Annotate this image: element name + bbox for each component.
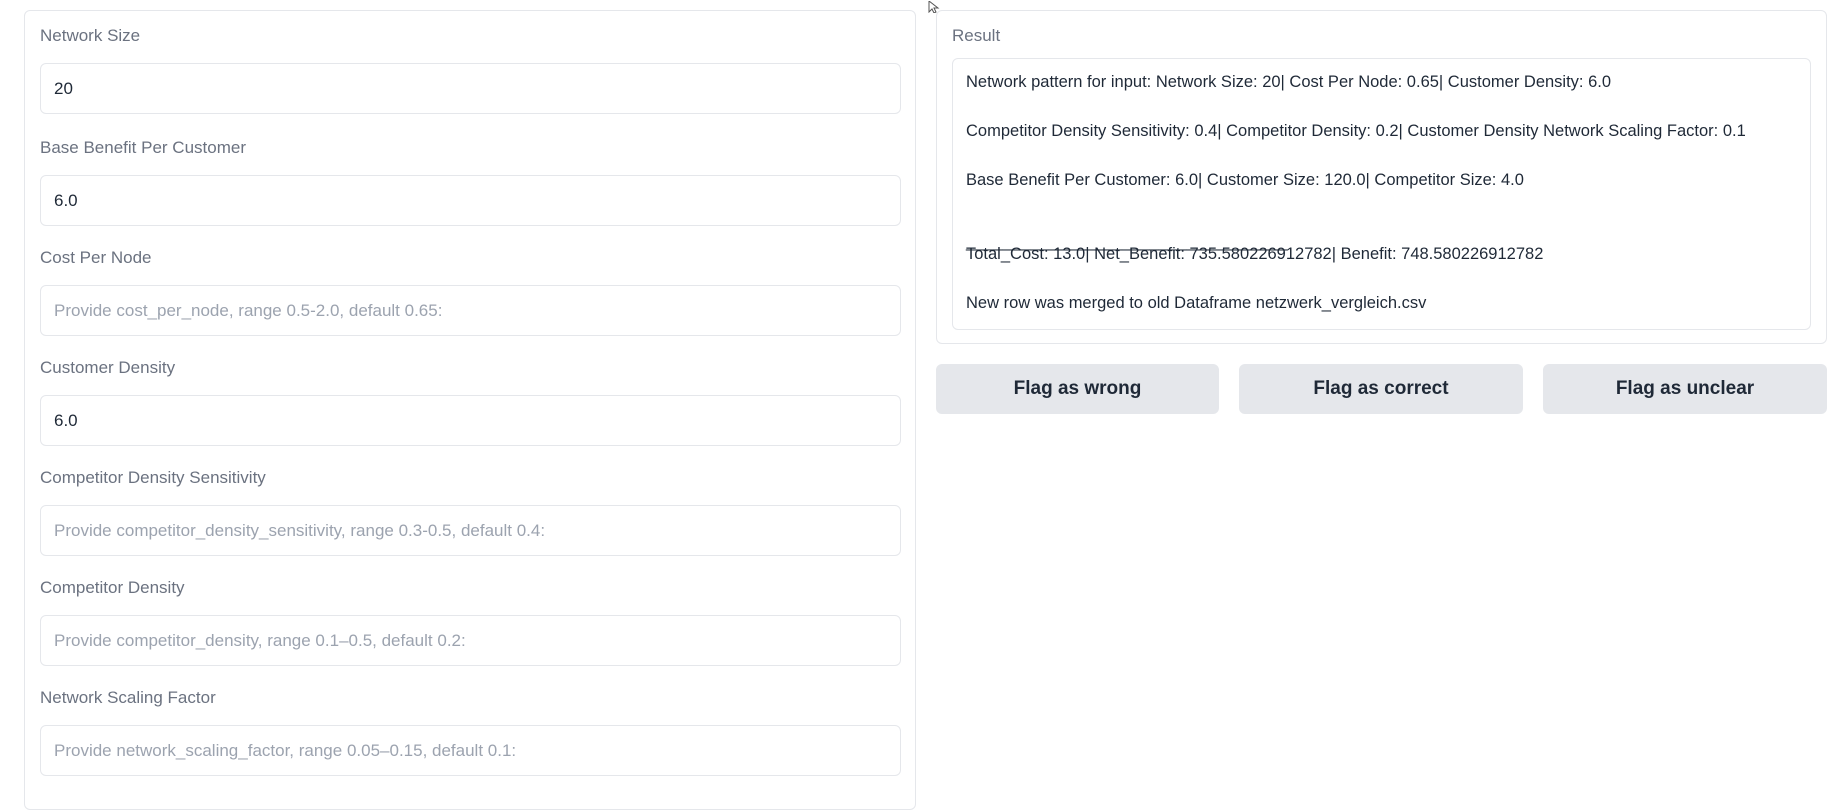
result-line-merge-status: New row was merged to old Dataframe netz… — [966, 294, 1427, 312]
competitor-density-sensitivity-input[interactable] — [40, 505, 901, 556]
cost-per-node-input[interactable] — [40, 285, 901, 336]
result-line-competitor: Competitor Density Sensitivity: 0.4| Com… — [966, 122, 1746, 140]
competitor-density-input[interactable] — [40, 615, 901, 666]
result-line-input-summary: Network pattern for input: Network Size:… — [966, 73, 1612, 91]
competitor-density-label: Competitor Density — [40, 578, 185, 597]
result-line-totals: Total_Cost: 13.0| Net_Benefit: 735.58022… — [966, 245, 1544, 263]
network-scaling-factor-label: Network Scaling Factor — [40, 688, 216, 707]
result-panel: Result Network pattern for input: Networ… — [936, 10, 1827, 344]
network-scaling-factor-input[interactable] — [40, 725, 901, 776]
base-benefit-input[interactable] — [40, 175, 901, 226]
flag-unclear-button[interactable]: Flag as unclear — [1543, 364, 1827, 414]
flag-wrong-button[interactable]: Flag as wrong — [936, 364, 1219, 414]
competitor-density-sensitivity-label: Competitor Density Sensitivity — [40, 468, 266, 487]
network-size-input[interactable] — [40, 63, 901, 114]
result-line-benefit: Base Benefit Per Customer: 6.0| Customer… — [966, 171, 1524, 189]
cost-per-node-label: Cost Per Node — [40, 248, 152, 267]
network-size-label: Network Size — [40, 26, 141, 45]
flag-correct-button[interactable]: Flag as correct — [1239, 364, 1523, 414]
customer-density-input[interactable] — [40, 395, 901, 446]
base-benefit-label: Base Benefit Per Customer — [40, 138, 246, 157]
input-form-panel: Network Size Base Benefit Per Customer C… — [24, 10, 916, 810]
result-label: Result — [952, 26, 1001, 45]
result-textbox[interactable]: Network pattern for input: Network Size:… — [952, 58, 1811, 330]
customer-density-label: Customer Density — [40, 358, 176, 377]
